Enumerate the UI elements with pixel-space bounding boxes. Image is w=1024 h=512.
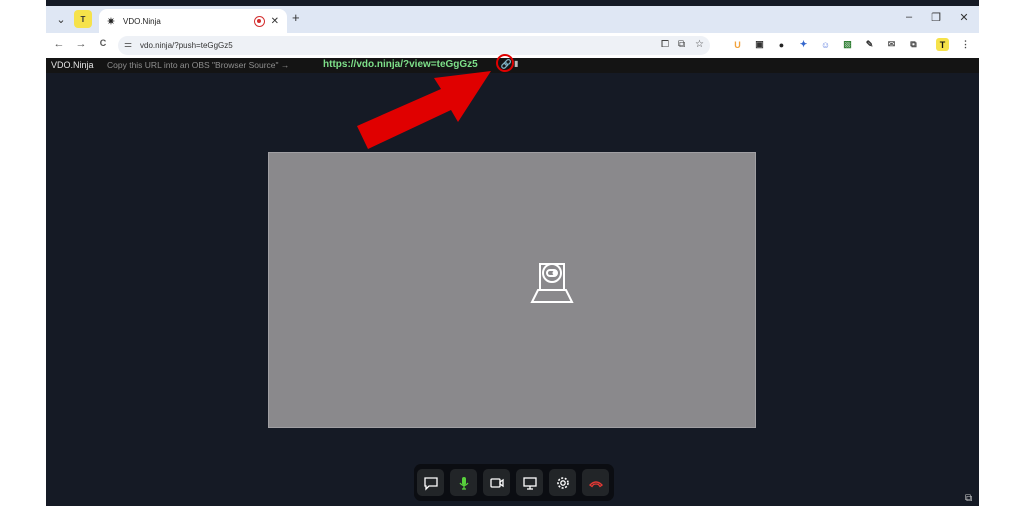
browser-toolbar: ← → C ⚌ vdo.ninja/?push=teGgGz5 ⧠ ⧉ ☆ U ▣… [46,33,979,58]
camera-icon [489,477,504,488]
forward-button[interactable]: → [74,38,88,50]
tab-title: VDO.Ninja [123,16,161,26]
share-url-bar: VDO.Ninja Copy this URL into an OBS "Bro… [46,54,979,73]
webcam-off-icon [530,263,574,303]
hangup-icon [588,480,603,487]
obs-instruction-text: Copy this URL into an OBS "Browser Sourc… [107,60,290,70]
extension-icon[interactable]: ▧ [841,38,854,51]
chat-icon [423,476,438,491]
tab-close-button[interactable]: ✕ [271,16,279,27]
extension-icon[interactable]: ✦ [797,38,810,51]
address-url: vdo.ninja/?push=teGgGz5 [140,41,233,50]
screen-share-button[interactable] [516,469,543,496]
brand-label: VDO.Ninja [51,60,94,70]
cast-icon[interactable]: ⧠ [661,39,669,50]
address-bar[interactable]: ⚌ vdo.ninja/?push=teGgGz5 ⧠ ⧉ ☆ [118,36,710,55]
new-tab-button[interactable]: + [292,10,300,25]
back-button[interactable]: ← [52,38,66,50]
tab-vdo-ninja[interactable]: ✷ VDO.Ninja ✕ [99,9,287,33]
extension-icon[interactable]: U [731,38,744,51]
chat-button[interactable] [417,469,444,496]
restore-button[interactable]: ❐ [927,11,945,24]
tab-strip: ⌄ T ✷ VDO.Ninja ✕ + – ❐ ✕ [46,6,979,33]
annotation-circle [496,54,514,72]
reload-button[interactable]: C [96,38,110,48]
minimize-button[interactable]: – [900,11,918,23]
extension-icon[interactable]: ☺ [819,38,832,51]
translate-icon[interactable]: ⧉ [678,39,685,50]
pinned-tab[interactable]: T [74,10,92,28]
microphone-icon [458,476,469,490]
settings-button[interactable] [549,469,576,496]
vdo-ninja-page: VDO.Ninja Copy this URL into an OBS "Bro… [46,54,979,506]
extension-icon[interactable]: ✎ [863,38,876,51]
microphone-button[interactable] [450,469,477,496]
extension-icon[interactable]: T [936,38,949,51]
extension-icon[interactable]: ▣ [753,38,766,51]
gear-icon [556,476,569,489]
camera-button[interactable] [483,469,510,496]
control-bar [414,464,614,501]
tab-search-button[interactable]: ⌄ [52,10,70,28]
close-window-button[interactable]: ✕ [955,11,973,24]
site-info-icon[interactable]: ⚌ [124,39,132,50]
hang-up-button[interactable] [582,469,609,496]
extension-icon[interactable]: ⋮ [959,38,972,51]
popout-icon[interactable]: ⧉ [965,493,972,504]
clipboard-icon[interactable]: ▮ [514,59,518,68]
extension-icon[interactable]: ● [775,38,788,51]
recording-indicator-icon [253,15,265,27]
browser-window: ⌄ T ✷ VDO.Ninja ✕ + – ❐ ✕ ← → C ⚌ vdo.ni… [46,0,979,506]
share-url-link[interactable]: https://vdo.ninja/?view=teGgGz5 [323,59,478,70]
annotation-arrow [357,71,491,149]
extension-icon[interactable]: ⧉ [907,38,920,51]
bookmark-star-icon[interactable]: ☆ [695,39,704,50]
ninja-star-icon: ✷ [106,15,116,28]
extension-icon[interactable]: ✉ [885,38,898,51]
screen-share-icon [522,476,537,490]
